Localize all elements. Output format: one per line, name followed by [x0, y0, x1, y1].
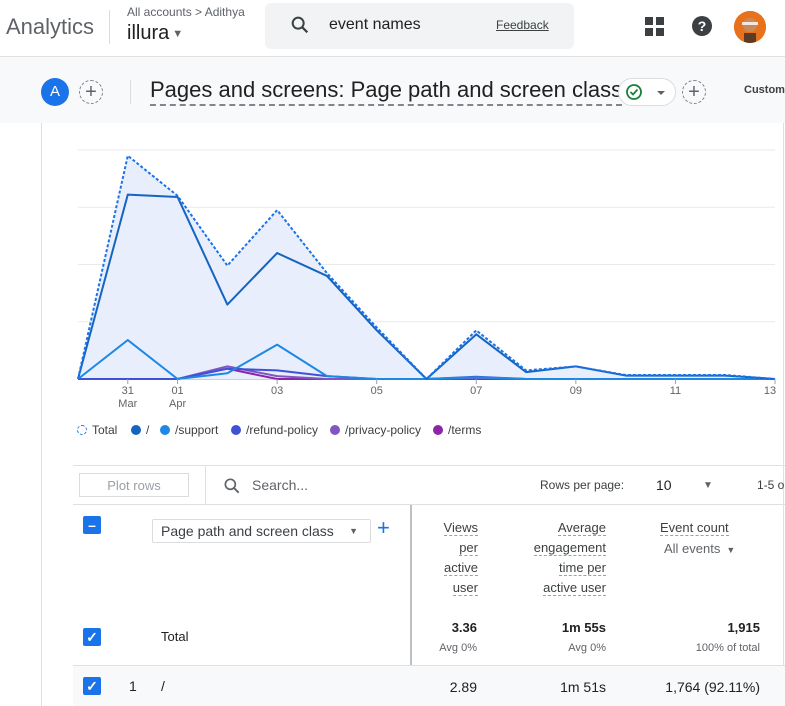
- total-label: Total: [161, 629, 189, 644]
- dimension-selector[interactable]: Page path and screen class ▼: [152, 519, 371, 543]
- check-circle-icon: [626, 84, 642, 100]
- total-views: 3.36: [451, 620, 477, 635]
- search-query[interactable]: event names: [329, 16, 421, 34]
- plot-rows-button[interactable]: Plot rows: [79, 473, 189, 497]
- chevron-down-icon: ▼: [726, 545, 736, 555]
- property-name: illura: [127, 22, 170, 44]
- legend-item-refund-policy[interactable]: /refund-policy: [231, 423, 318, 437]
- chevron-down-icon: ▼: [172, 27, 184, 40]
- rows-per-page-label: Rows per page:: [540, 478, 625, 492]
- account-breadcrumb[interactable]: All accounts > Adithya: [127, 5, 245, 19]
- rows-per-page-select[interactable]: 10: [656, 477, 672, 493]
- row-engagement: 1m 51s: [560, 679, 606, 695]
- x-tick-label: 07: [470, 385, 482, 397]
- total-area: [78, 155, 775, 379]
- column-header-engagement-time[interactable]: Average engagement time per active user: [520, 518, 606, 598]
- report-title[interactable]: Pages and screens: Page path and screen …: [150, 77, 623, 106]
- apps-grid-icon[interactable]: [645, 17, 665, 42]
- user-avatar[interactable]: [734, 11, 766, 43]
- row-event-count: 1,764 (92.11%): [665, 679, 760, 695]
- customize-report-button[interactable]: Custom: [744, 84, 785, 96]
- add-filter-button[interactable]: +: [682, 80, 706, 104]
- row-views: 2.89: [449, 679, 477, 695]
- add-comparison-button[interactable]: +: [79, 80, 103, 104]
- app-brand: Analytics: [6, 14, 95, 39]
- legend-item-terms[interactable]: /terms: [433, 423, 481, 437]
- column-header-event-count[interactable]: Event count: [660, 518, 746, 538]
- event-filter-dropdown[interactable]: All events ▼: [664, 541, 735, 556]
- x-tick-label: 13: [764, 385, 776, 397]
- legend-dot: [231, 425, 241, 435]
- legend-item-root[interactable]: /: [131, 423, 149, 437]
- search-icon: [289, 14, 311, 41]
- divider: [205, 466, 206, 504]
- legend-dot: [160, 425, 170, 435]
- total-engagement-sub: Avg 0%: [568, 642, 606, 654]
- chart-x-ticks: 31Mar 01Apr 03 05 07 09 11 13: [118, 379, 776, 410]
- row-page-path[interactable]: /: [161, 678, 165, 694]
- x-tick-label: 05: [371, 385, 383, 397]
- chevron-down-icon: [657, 91, 665, 95]
- divider: [109, 10, 110, 44]
- legend-dot: [131, 425, 141, 435]
- chevron-down-icon[interactable]: ▼: [703, 480, 713, 491]
- add-dimension-button[interactable]: +: [377, 517, 390, 539]
- total-views-sub: Avg 0%: [439, 642, 477, 654]
- x-tick-label: 31: [122, 385, 134, 397]
- property-selector[interactable]: illura ▼: [127, 22, 183, 45]
- legend-item-total[interactable]: Total: [77, 423, 117, 437]
- select-all-checkbox[interactable]: –: [83, 516, 101, 534]
- feedback-link[interactable]: Feedback: [496, 18, 549, 32]
- table-search-input[interactable]: Search...: [252, 477, 308, 493]
- x-tick-month: Mar: [118, 398, 137, 410]
- x-tick-label: 01: [171, 385, 183, 397]
- chevron-down-icon: ▼: [349, 526, 358, 536]
- pagination-range: 1-5 o: [757, 478, 785, 492]
- column-header-views-per-active-user[interactable]: Views per active user: [430, 518, 478, 598]
- legend-dot: [433, 425, 443, 435]
- panel-border: [41, 123, 42, 706]
- divider: [130, 80, 131, 104]
- total-row-checkbox[interactable]: ✓: [83, 628, 101, 646]
- legend-item-privacy-policy[interactable]: /privacy-policy: [330, 423, 421, 437]
- x-tick-month: Apr: [169, 398, 186, 410]
- legend-dot: [77, 425, 87, 435]
- report-status-dropdown[interactable]: [618, 78, 676, 106]
- divider: [73, 504, 785, 505]
- comparison-segment-a[interactable]: A: [41, 78, 69, 106]
- svg-text:?: ?: [698, 18, 707, 34]
- total-event-count-sub: 100% of total: [695, 642, 760, 654]
- row-index: 1: [129, 678, 137, 694]
- legend-dot: [330, 425, 340, 435]
- divider: [73, 465, 785, 466]
- legend-item-support[interactable]: /support: [160, 423, 218, 437]
- total-engagement: 1m 55s: [561, 620, 606, 635]
- total-event-count: 1,915: [727, 620, 760, 635]
- x-tick-label: 03: [271, 385, 283, 397]
- chart-area: [78, 155, 775, 379]
- row-checkbox[interactable]: ✓: [83, 677, 101, 695]
- x-tick-label: 11: [670, 385, 681, 397]
- search-icon: [222, 476, 242, 501]
- help-icon[interactable]: ?: [691, 15, 713, 42]
- x-tick-label: 09: [570, 385, 582, 397]
- line-chart: 31Mar 01Apr 03 05 07 09 11 13: [77, 149, 776, 410]
